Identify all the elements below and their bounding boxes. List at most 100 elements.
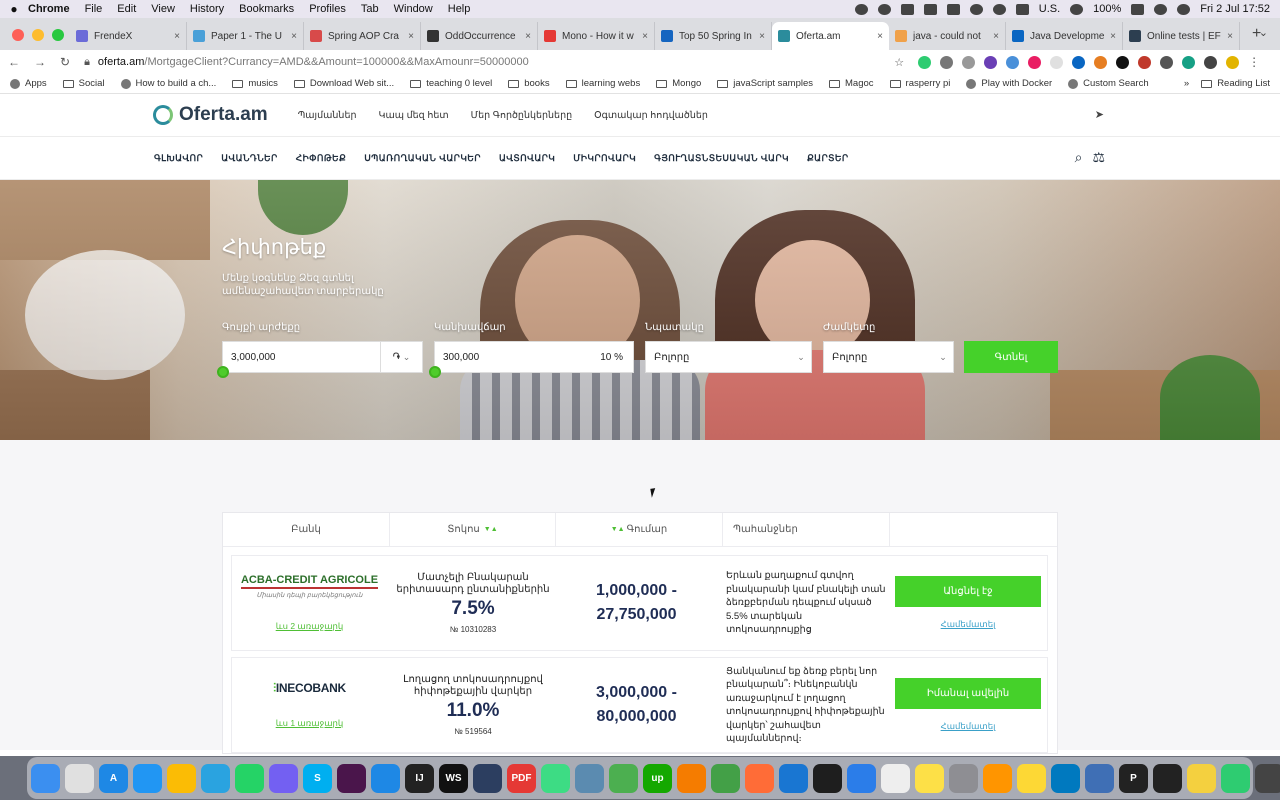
tab-close-icon[interactable]: × [642, 31, 648, 42]
notes-green-icon[interactable] [609, 763, 638, 793]
nav-mortgage[interactable]: ՀԻՓՈԹԵՔ [296, 153, 346, 164]
reload-icon[interactable]: ↻ [60, 55, 70, 69]
top-link-articles[interactable]: Օգտակար հոդվածներ [594, 110, 708, 121]
property-value-slider-handle[interactable] [217, 366, 229, 378]
recycle-extension-icon[interactable] [940, 55, 954, 69]
flag-us-icon[interactable] [1015, 3, 1029, 15]
tab-close-icon[interactable]: × [525, 31, 531, 42]
browser-tab[interactable]: java - could not × [889, 22, 1006, 50]
tab-close-icon[interactable]: × [1227, 31, 1233, 42]
search-button[interactable]: Գտնել [964, 341, 1058, 373]
puzzle-extension-icon[interactable] [984, 55, 998, 69]
browser-tab[interactable]: Online tests | EF × [1123, 22, 1240, 50]
terminal-icon[interactable] [1153, 763, 1182, 793]
blank-extension-icon[interactable] [1050, 55, 1064, 69]
nav-deposits[interactable]: ԱՎԱՆԴՆԵՐ [221, 153, 278, 164]
battery-label[interactable]: 100% [1093, 3, 1121, 15]
app-store-icon[interactable]: A [99, 763, 128, 793]
tab-close-icon[interactable]: × [174, 31, 180, 42]
address-bar[interactable]: 🔒︎ oferta.am /MortgageClient?Currancy=AM… [84, 51, 904, 73]
menu-tab[interactable]: Tab [361, 3, 379, 15]
header-amount[interactable]: ▼▲ Գումար [556, 513, 723, 546]
menu-file[interactable]: File [85, 3, 103, 15]
menu-clock[interactable]: Fri 2 Jul 17:52 [1200, 3, 1270, 15]
copy-extension-icon[interactable] [1160, 55, 1174, 69]
property-value-field[interactable]: 3,000,000 ֏ ⌄ [222, 341, 423, 373]
lock-icon[interactable]: 🔒︎ [84, 56, 90, 69]
video-status-icon[interactable] [923, 3, 937, 15]
medium-extension-icon[interactable] [1116, 55, 1130, 69]
bookmarks-overflow-button[interactable]: » [1184, 78, 1189, 89]
linkedin-extension-icon[interactable] [1072, 55, 1086, 69]
zoom-window-button[interactable] [52, 29, 64, 41]
upwork-icon[interactable]: up [643, 763, 672, 793]
maps-icon[interactable] [711, 763, 740, 793]
stickies-icon[interactable] [1017, 763, 1046, 793]
extension-icon[interactable] [962, 55, 976, 69]
status-app-icon[interactable] [854, 3, 868, 15]
down-payment-slider-handle[interactable] [429, 366, 441, 378]
clipboard-extension-icon[interactable] [1138, 55, 1152, 69]
bluetooth-icon[interactable] [1070, 3, 1084, 15]
apple-menu-icon[interactable]: ● [0, 2, 28, 16]
compare-link[interactable]: Համեմատել [941, 721, 996, 732]
bookmark-item[interactable]: javaScript samples [717, 78, 813, 89]
trello-icon[interactable] [1051, 763, 1080, 793]
proxy-icon[interactable]: P [1119, 763, 1148, 793]
minimize-window-button[interactable] [32, 29, 44, 41]
figma-icon[interactable] [813, 763, 842, 793]
slack-icon[interactable] [337, 763, 366, 793]
reading-list-button[interactable]: Reading List [1201, 78, 1270, 89]
whatsapp-icon[interactable] [235, 763, 264, 793]
intellij-icon[interactable]: IJ [405, 763, 434, 793]
back-arrow-icon[interactable]: ← [8, 55, 20, 69]
acba-bank-logo[interactable]: ACBA-CREDIT AGRICOLE [240, 574, 379, 589]
header-rate[interactable]: Տոկոս ▼▲ [390, 513, 556, 546]
browser-tab[interactable]: Top 50 Spring In × [655, 22, 772, 50]
compare-scales-icon[interactable]: ⚖ [1092, 149, 1105, 166]
tab-close-icon[interactable]: × [408, 31, 414, 42]
telegram-icon[interactable] [201, 763, 230, 793]
browser-tab[interactable]: Paper 1 - The U × [187, 22, 304, 50]
profile-avatar-icon[interactable] [1226, 55, 1240, 69]
menu-window[interactable]: Window [394, 3, 433, 15]
browser-tab[interactable]: Spring AOP Cra × [304, 22, 421, 50]
control-center-icon[interactable] [1177, 3, 1191, 15]
skype-icon[interactable]: S [303, 763, 332, 793]
launchpad-icon[interactable] [65, 763, 94, 793]
xcode-icon[interactable] [779, 763, 808, 793]
nav-consumer-loans[interactable]: ՍՊԱՌՈՂԱԿԱՆ ՎԱՐԿԵՐ [364, 153, 481, 164]
calculator-icon[interactable] [1255, 763, 1280, 793]
learn-more-button[interactable]: Իմանալ ավելին [895, 678, 1041, 709]
menu-bookmarks[interactable]: Bookmarks [239, 3, 294, 15]
forward-arrow-icon[interactable]: → [34, 55, 46, 69]
bookmark-star-icon[interactable]: ☆ [894, 56, 904, 69]
tab-close-icon[interactable]: × [291, 31, 297, 42]
check-status-icon[interactable] [900, 3, 914, 15]
android-icon[interactable] [541, 763, 570, 793]
grammarly-icon[interactable] [918, 55, 932, 69]
database-icon[interactable] [473, 763, 502, 793]
more-offers-link[interactable]: ևս 1 առաջարկ [276, 718, 344, 729]
textedit-icon[interactable] [881, 763, 910, 793]
chrome-icon[interactable] [167, 763, 196, 793]
browser-tab[interactable]: Java Developme × [1006, 22, 1123, 50]
close-window-button[interactable] [12, 29, 24, 41]
record-extension-icon[interactable] [1028, 55, 1042, 69]
rss-status-icon[interactable] [946, 3, 960, 15]
viber-icon[interactable] [269, 763, 298, 793]
nav-home[interactable]: ԳԼԽԱՎՈՐ [154, 153, 203, 164]
notes-icon[interactable] [915, 763, 944, 793]
finder-icon[interactable] [31, 763, 60, 793]
input-source-label[interactable]: U.S. [1039, 3, 1060, 15]
vscode-icon[interactable] [371, 763, 400, 793]
bookmark-item[interactable]: books [508, 78, 550, 89]
tab-close-icon[interactable]: × [1110, 31, 1116, 42]
menu-help[interactable]: Help [448, 3, 471, 15]
menu-edit[interactable]: Edit [117, 3, 136, 15]
menu-profiles[interactable]: Profiles [309, 3, 346, 15]
tab-search-icon[interactable]: ⌄ [1259, 26, 1268, 39]
inecobank-logo[interactable]: ⫶INECOBANK [273, 681, 346, 696]
more-menu-icon[interactable]: ⋮ [1248, 55, 1260, 69]
rss-icon[interactable] [677, 763, 706, 793]
